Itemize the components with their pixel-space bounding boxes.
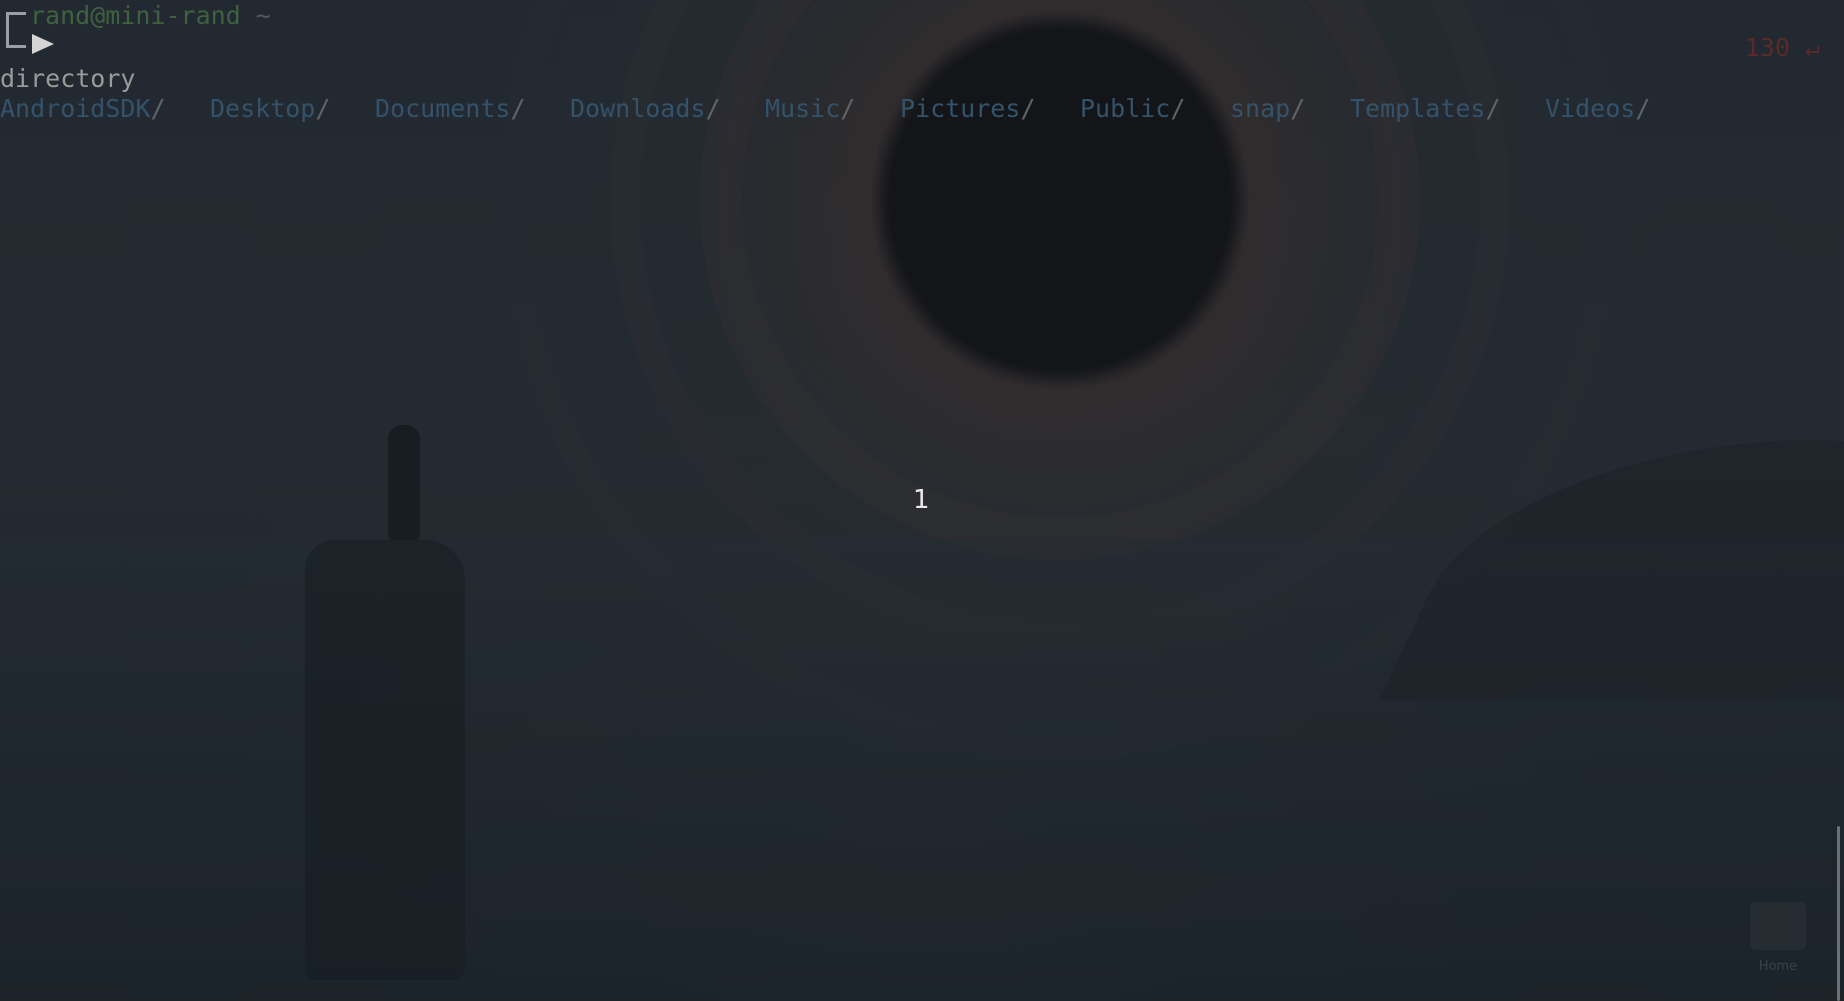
workspace-indicator: 1 — [913, 485, 930, 515]
directory-slash: / — [150, 94, 166, 123]
directory-name: AndroidSDK — [0, 94, 151, 123]
directory-name: Music — [765, 94, 841, 123]
directory-name: Public — [1080, 94, 1171, 123]
directory-item: Templates/ — [1350, 93, 1501, 124]
terminal-scrollbar-thumb[interactable] — [1837, 826, 1840, 1001]
exit-status: 130 ↵ — [1744, 33, 1820, 62]
home-folder-icon — [1750, 902, 1806, 950]
directory-item: AndroidSDK/ — [0, 93, 166, 124]
directory-item: Pictures/ — [900, 93, 1035, 124]
home-label: Home — [1758, 959, 1798, 974]
desktop-home-shortcut[interactable]: Home — [1750, 902, 1806, 982]
directory-slash: / — [840, 94, 856, 123]
directory-item: snap/ — [1230, 93, 1305, 124]
directory-item: Videos/ — [1545, 93, 1650, 124]
prompt-user-host-text: rand@mini-rand — [30, 1, 241, 30]
directory-slash: / — [1635, 94, 1651, 123]
terminal-scrollbar[interactable] — [1836, 0, 1844, 1001]
directory-name: Pictures — [900, 94, 1021, 123]
directory-name: Videos — [1545, 94, 1636, 123]
directory-item: Downloads/ — [570, 93, 721, 124]
directory-item: Public/ — [1080, 93, 1185, 124]
directory-slash: / — [1170, 94, 1186, 123]
directory-name: Desktop — [210, 94, 316, 123]
directory-item: Documents/ — [375, 93, 526, 124]
directory-slash: / — [1020, 94, 1036, 123]
directory-slash: / — [510, 94, 526, 123]
directory-name: Downloads — [570, 94, 706, 123]
prompt-user-host: rand@mini-rand ~ — [30, 0, 271, 31]
directory-slash: / — [705, 94, 721, 123]
directory-item: Music/ — [765, 93, 855, 124]
prompt-cwd: ~ — [255, 1, 271, 30]
directory-slash: / — [1485, 94, 1501, 123]
directory-item: Desktop/ — [210, 93, 330, 124]
directory-listing: AndroidSDK/ Desktop/ Documents/ Download… — [0, 93, 1844, 124]
directory-name: Templates — [1350, 94, 1486, 123]
prompt-arrow-icon — [32, 34, 54, 54]
directory-slash: / — [315, 94, 331, 123]
command-output-line: directory — [0, 64, 136, 93]
directory-name: snap — [1230, 94, 1291, 123]
directory-name: Documents — [375, 94, 511, 123]
prompt-bracket-icon — [6, 12, 26, 48]
directory-slash: / — [1290, 94, 1306, 123]
